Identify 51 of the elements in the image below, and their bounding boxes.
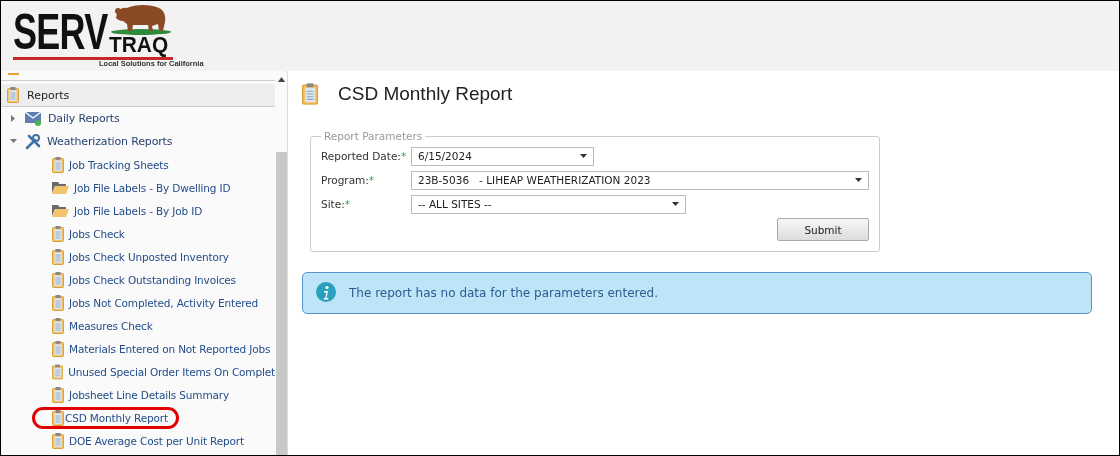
field-label: Site:* bbox=[321, 198, 351, 210]
nav-item[interactable]: Job Tracking Sheets bbox=[69, 158, 169, 171]
nav-item[interactable]: CSD Monthly Report bbox=[65, 411, 168, 424]
clipboard-icon bbox=[52, 386, 64, 403]
field-label: Program:* bbox=[321, 174, 376, 186]
nav-item[interactable]: Jobsheet Line Details Summary bbox=[69, 388, 230, 401]
collapse-arrow-icon[interactable] bbox=[10, 138, 19, 145]
message-text: The report has no data for the parameters entered. bbox=[349, 286, 659, 300]
nav-item[interactable]: Jobs Check Unposted Inventory bbox=[69, 250, 229, 263]
nav-item[interactable]: Jobs Not Completed, Activity Entered bbox=[69, 296, 258, 309]
clipboard-icon bbox=[52, 432, 64, 449]
nav-item[interactable]: Jobs Check Outstanding Invoices bbox=[69, 273, 236, 286]
nav-group[interactable]: Weatherization Reports bbox=[47, 135, 173, 148]
clipboard-icon bbox=[52, 248, 64, 265]
clipboard-icon bbox=[52, 340, 64, 357]
dropdown-field[interactable]: 6/15/2024 bbox=[411, 146, 594, 166]
envelope-icon bbox=[25, 111, 42, 126]
caret-icon[interactable] bbox=[580, 154, 587, 158]
clipboard-icon bbox=[52, 317, 64, 334]
clipboard-icon bbox=[302, 83, 319, 105]
info-icon bbox=[315, 282, 337, 304]
logo-text: SERV bbox=[13, 7, 108, 57]
clipboard-icon bbox=[52, 409, 64, 426]
folder-icon bbox=[52, 181, 69, 194]
nav-group[interactable]: Daily Reports bbox=[48, 112, 120, 125]
scroll-up-arrow-icon[interactable] bbox=[277, 77, 285, 82]
clipboard-icon bbox=[52, 156, 64, 173]
clipboard-icon bbox=[52, 363, 64, 380]
caret-icon[interactable] bbox=[672, 202, 679, 206]
nav-item[interactable]: Jobs Check bbox=[69, 227, 125, 240]
clipboard-icon bbox=[7, 87, 19, 103]
dropdown-field[interactable]: 23B-5036 - LIHEAP WEATHERIZATION 2023 bbox=[411, 170, 869, 190]
nav-item[interactable]: Unused Special Order Items On Complet bbox=[68, 365, 275, 378]
dropdown-field[interactable]: -- ALL SITES -- bbox=[411, 194, 686, 214]
nav-item[interactable]: Measures Check bbox=[69, 319, 153, 332]
nav-item[interactable]: Job File Labels - By Dwelling ID bbox=[74, 181, 231, 194]
clipboard-icon bbox=[52, 294, 64, 311]
caret-icon[interactable] bbox=[855, 178, 862, 182]
clipboard-icon bbox=[52, 225, 64, 242]
tools-icon bbox=[25, 133, 41, 150]
section-title[interactable]: Reports bbox=[27, 88, 70, 102]
page-title: CSD Monthly Report bbox=[338, 83, 513, 105]
field-label: Reported Date:* bbox=[321, 150, 408, 162]
clipboard-icon bbox=[52, 271, 64, 288]
panel-legend: Report Parameters bbox=[321, 130, 426, 142]
nav-item[interactable]: Job File Labels - By Job ID bbox=[74, 204, 203, 217]
logo-text: TRAQ bbox=[109, 34, 169, 56]
submit-button[interactable]: Submit bbox=[777, 218, 869, 241]
folder-icon bbox=[52, 204, 69, 217]
nav-item[interactable]: DOE Average Cost per Unit Report bbox=[69, 434, 244, 447]
nav-item[interactable]: Materials Entered on Not Reported Jobs bbox=[69, 342, 271, 355]
